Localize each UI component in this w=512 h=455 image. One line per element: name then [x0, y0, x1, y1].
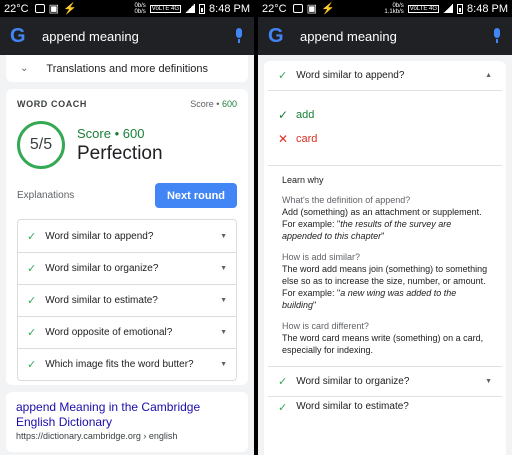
explanation-section: How is card different? The word card mea…	[282, 321, 484, 355]
flash-icon: ⚡	[62, 3, 77, 15]
score-line: Score • 600	[77, 125, 145, 141]
clock: 8:48 PM	[209, 2, 250, 15]
question-item[interactable]: ✓ Word similar to organize? ▼	[18, 252, 236, 284]
answer-correct: ✓ add	[278, 108, 315, 122]
dropdown-icon: ▼	[220, 361, 227, 368]
network-type: VoLTE 4G	[407, 4, 440, 13]
search-bar[interactable]: G append meaning	[258, 17, 512, 55]
result-title-link[interactable]: append Meaning in the Cambridge English …	[16, 400, 238, 430]
translations-label: Translations and more definitions	[46, 62, 209, 75]
search-result[interactable]: append Meaning in the Cambridge English …	[6, 392, 248, 452]
translations-expander[interactable]: ⌄ Translations and more definitions	[6, 55, 248, 82]
notification-icon	[292, 4, 303, 13]
explanation-section: How is add similar? The word add means j…	[282, 252, 488, 310]
check-icon: ✓	[27, 327, 37, 339]
status-bar: 22°C ▣ ⚡ 0b/s 0b/s VoLTE 4G 8:48 PM	[0, 0, 254, 17]
battery-icon	[199, 3, 206, 14]
search-query[interactable]: append meaning	[42, 29, 234, 44]
question-detail-card: ✓ Word similar to append? ▲ ✓ add ✕ card…	[264, 61, 506, 455]
status-bar: 22°C ▣ ⚡ 0b/s 1.1kb/s VoLTE 4G 8:48 PM	[258, 0, 512, 17]
answer-wrong: ✕ card	[278, 132, 318, 146]
search-query[interactable]: append meaning	[300, 29, 492, 44]
dropdown-icon: ▼	[220, 329, 227, 336]
signal-icon	[185, 4, 196, 13]
battery-icon	[457, 3, 464, 14]
question-list: ✓ Word similar to append? ▼ ✓ Word simil…	[17, 219, 237, 381]
question-item[interactable]: ✓ Word similar to estimate?	[268, 396, 502, 416]
check-icon: ✓	[278, 108, 289, 122]
temperature: 22°C	[262, 2, 287, 15]
image-icon: ▣	[306, 3, 317, 15]
collapse-icon: ▲	[485, 72, 492, 79]
search-bar[interactable]: G append meaning	[0, 17, 254, 55]
word-coach-card: WORD COACH Score • 600 5/5 Score • 600 P…	[6, 89, 248, 385]
question-header[interactable]: ✓ Word similar to append? ▲	[268, 61, 502, 91]
result-headline: Perfection	[77, 142, 163, 164]
question-item[interactable]: ✓ Word similar to organize? ▼	[268, 366, 502, 396]
check-icon: ✓	[27, 359, 37, 371]
score-badge: Score • 600	[190, 99, 237, 109]
flash-icon: ⚡	[320, 3, 335, 15]
network-type: VoLTE 4G	[149, 4, 182, 13]
check-icon: ✓	[27, 263, 37, 275]
check-icon: ✓	[278, 376, 288, 388]
question-item[interactable]: ✓ Word similar to estimate? ▼	[18, 284, 236, 316]
word-coach-title: WORD COACH	[17, 99, 87, 109]
check-icon: ✓	[278, 402, 288, 414]
google-logo-icon[interactable]: G	[10, 25, 32, 48]
check-icon: ✓	[27, 230, 37, 243]
chevron-down-icon: ⌄	[20, 63, 29, 74]
right-screen: 22°C ▣ ⚡ 0b/s 1.1kb/s VoLTE 4G 8:48 PM G …	[258, 0, 512, 455]
next-round-button[interactable]: Next round	[155, 183, 237, 208]
dropdown-icon: ▼	[220, 297, 227, 304]
score-ring: 5/5	[17, 121, 65, 169]
network-speed: 0b/s 1.1kb/s	[384, 2, 404, 15]
clock: 8:48 PM	[467, 2, 508, 15]
notification-icon	[34, 4, 45, 13]
signal-icon	[443, 4, 454, 13]
temperature: 22°C	[4, 2, 29, 15]
check-icon: ✓	[278, 70, 288, 82]
mic-icon[interactable]	[234, 28, 244, 44]
network-speed: 0b/s 0b/s	[134, 2, 146, 15]
image-icon: ▣	[48, 3, 59, 15]
dropdown-icon: ▼	[485, 378, 492, 385]
left-screen: 22°C ▣ ⚡ 0b/s 0b/s VoLTE 4G 8:48 PM G app…	[0, 0, 254, 455]
question-item[interactable]: ✓ Word opposite of emotional? ▼	[18, 316, 236, 348]
result-url: https://dictionary.cambridge.org › engli…	[16, 431, 178, 441]
dropdown-icon: ▼	[220, 265, 227, 272]
dropdown-icon: ▼	[220, 232, 227, 240]
explanation-section: What's the definition of append? Add (so…	[282, 195, 482, 241]
learn-why-heading: Learn why	[282, 175, 324, 185]
cross-icon: ✕	[278, 132, 289, 146]
mic-icon[interactable]	[492, 28, 502, 44]
question-item[interactable]: ✓ Which image fits the word butter? ▼	[18, 348, 236, 380]
question-item[interactable]: ✓ Word similar to append? ▼	[18, 220, 236, 252]
explanations-label: Explanations	[17, 190, 75, 201]
check-icon: ✓	[27, 295, 37, 307]
google-logo-icon[interactable]: G	[268, 25, 290, 48]
